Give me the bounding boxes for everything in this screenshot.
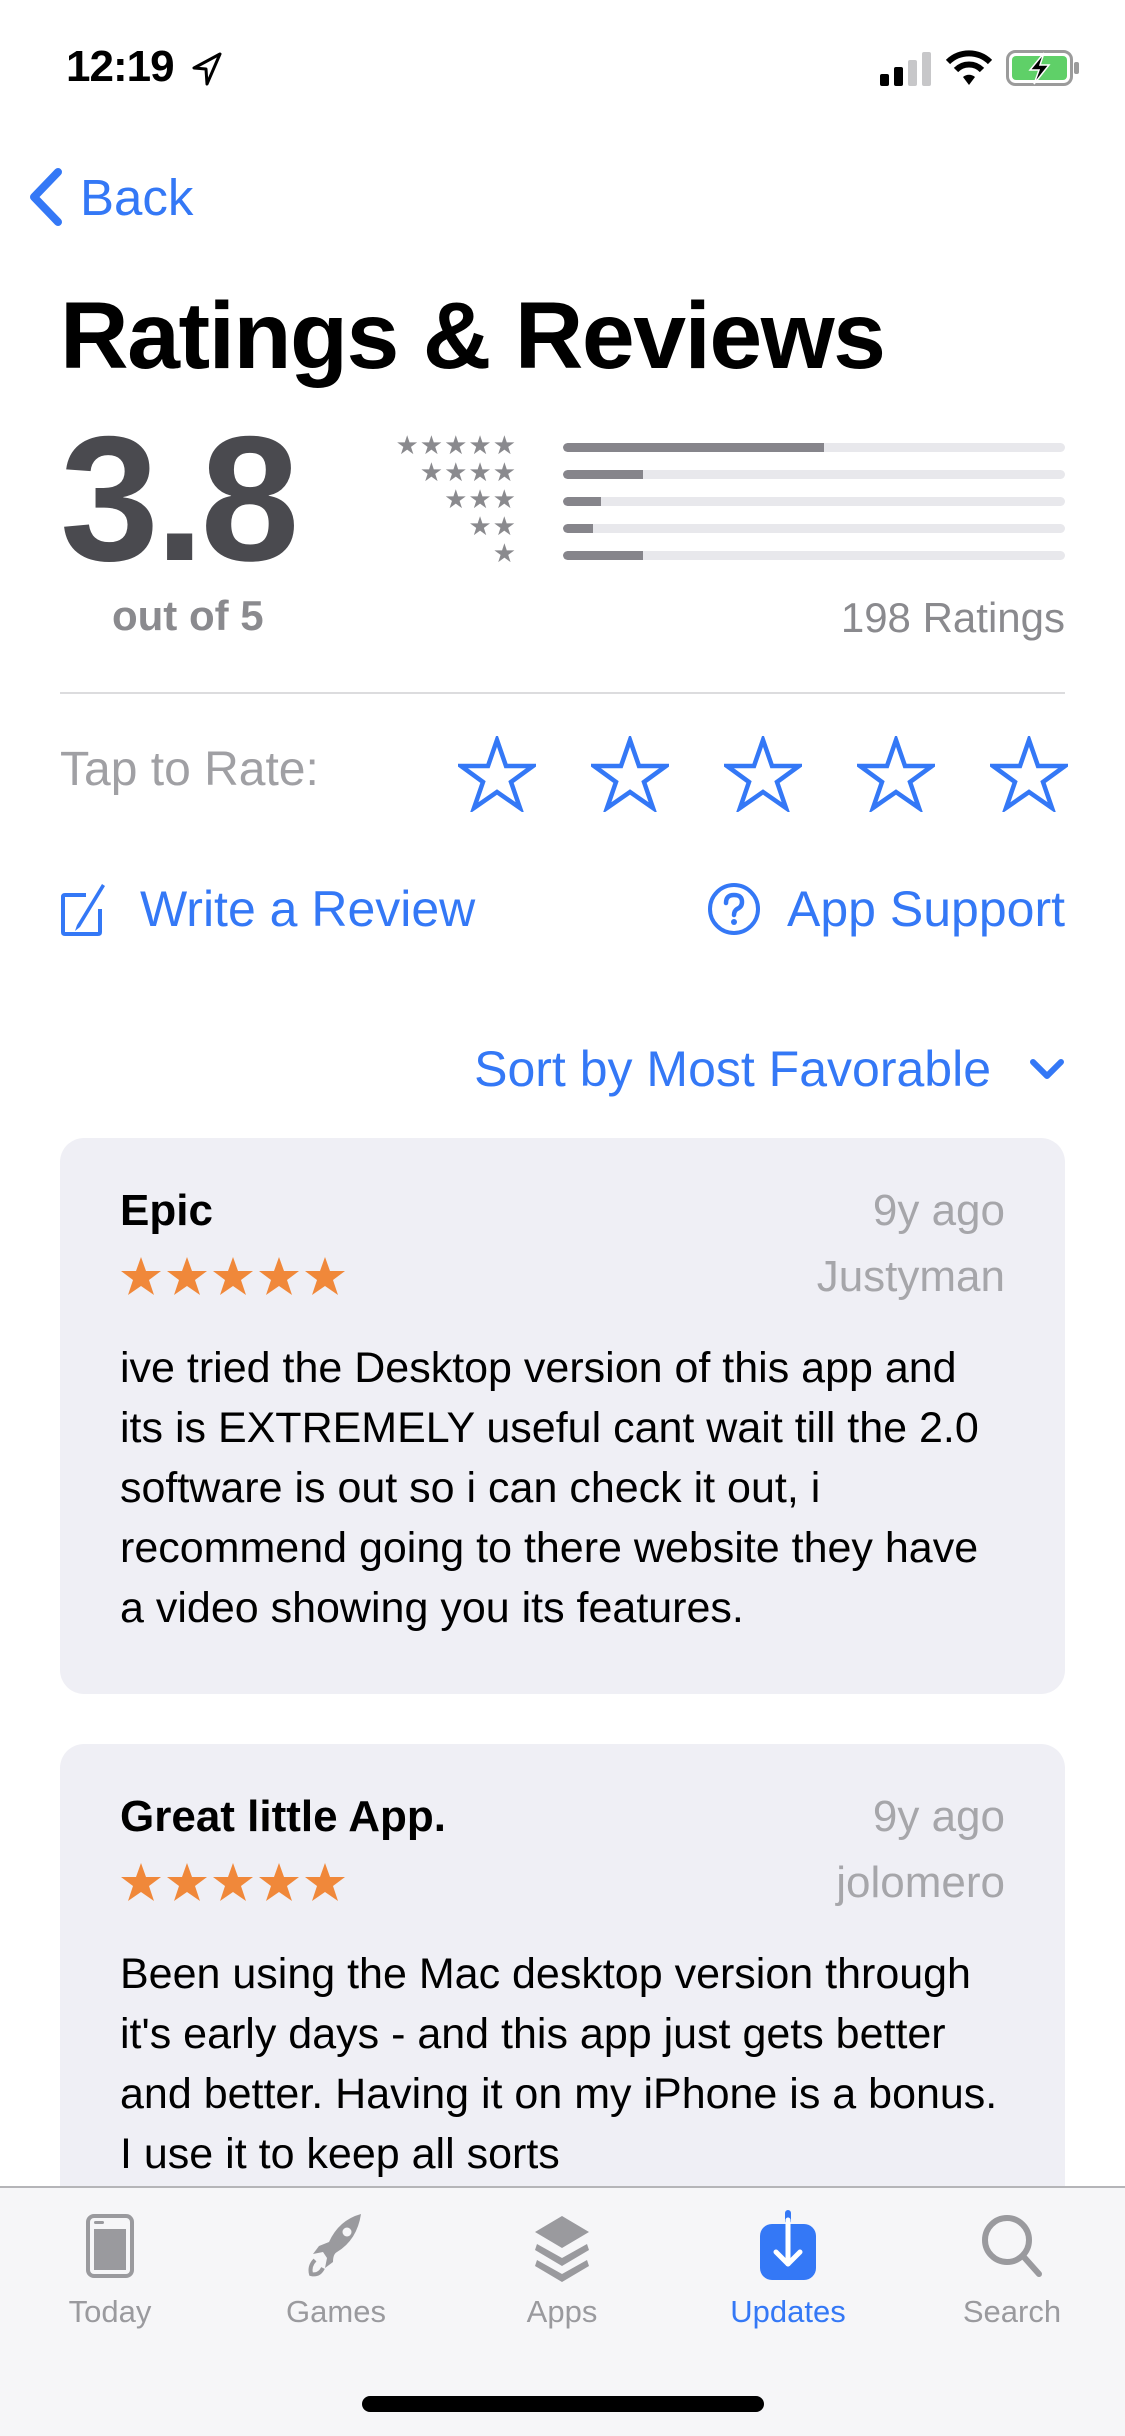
review-rating	[120, 1862, 346, 1902]
histogram-stars-4: ★★★★	[419, 457, 517, 487]
review-card[interactable]: Epic 9y ago Justyman ive tried the Deskt…	[60, 1138, 1065, 1694]
updates-download-icon	[760, 2210, 816, 2280]
star-filled-icon	[213, 1257, 253, 1295]
review-author: Justyman	[816, 1252, 1005, 1301]
histogram-stars-3: ★★★	[444, 484, 517, 514]
histogram-fill-2	[563, 524, 594, 533]
rate-star-3-icon[interactable]	[724, 736, 802, 812]
write-review-button[interactable]: Write a Review	[60, 880, 475, 938]
home-indicator[interactable]	[362, 2396, 764, 2412]
location-arrow-icon	[192, 52, 222, 86]
star-filled-icon	[121, 1257, 161, 1295]
tab-search[interactable]: Search	[932, 2210, 1092, 2330]
app-support-label: App Support	[787, 881, 1065, 937]
histogram-track-5	[563, 443, 1065, 452]
app-support-button[interactable]: App Support	[707, 880, 1065, 938]
histogram-fill-1	[563, 551, 644, 560]
rate-star-4-icon[interactable]	[857, 736, 935, 812]
histogram-fill-4	[563, 470, 644, 479]
tab-label: Apps	[526, 2294, 598, 2329]
sort-dropdown[interactable]: Sort by Most Favorable	[474, 1040, 1065, 1098]
rating-histogram: ★★★★★ ★★★★ ★★★ ★★ ★	[390, 432, 1065, 571]
back-button[interactable]: Back	[26, 166, 193, 228]
histogram-stars-1: ★	[492, 538, 517, 568]
tab-label: Games	[286, 2294, 386, 2329]
star-filled-icon	[121, 1863, 161, 1901]
question-circle-icon	[708, 883, 761, 935]
average-rating: 3.8	[60, 399, 299, 598]
tab-apps[interactable]: Apps	[482, 2210, 642, 2330]
histogram-track-4	[563, 470, 1065, 479]
apps-stack-icon	[535, 2216, 589, 2282]
review-body: ive tried the Desktop version of this ap…	[120, 1344, 979, 1632]
rate-star-5-icon[interactable]	[990, 736, 1068, 812]
star-filled-icon	[259, 1863, 299, 1901]
status-bar: 12:19	[0, 0, 1125, 132]
tab-updates[interactable]: Updates	[708, 2210, 868, 2330]
review-title: Great little App.	[120, 1792, 446, 1841]
review-author: jolomero	[836, 1858, 1005, 1907]
rate-star-2-icon[interactable]	[591, 736, 669, 812]
histogram-stars-5: ★★★★★	[395, 430, 517, 460]
histogram-track-2	[563, 524, 1065, 533]
star-filled-icon	[259, 1257, 299, 1295]
page-title: Ratings & Reviews	[60, 283, 886, 389]
histogram-row-1: ★	[390, 540, 1065, 571]
sort-label: Sort by Most Favorable	[474, 1041, 991, 1097]
out-of-label: out of 5	[112, 592, 264, 639]
histogram-track-1	[563, 551, 1065, 560]
ratings-count: 198 Ratings	[840, 594, 1065, 641]
rate-star-1-icon[interactable]	[458, 736, 536, 812]
review-date: 9y ago	[872, 1186, 1005, 1235]
histogram-row-2: ★★	[390, 513, 1065, 544]
tap-to-rate-label: Tap to Rate:	[60, 743, 319, 796]
chevron-down-icon	[1030, 1059, 1064, 1079]
histogram-stars-2: ★★	[468, 511, 517, 541]
tab-games[interactable]: Games	[256, 2210, 416, 2330]
histogram-track-3	[563, 497, 1065, 506]
status-time: 12:19	[66, 42, 175, 91]
star-filled-icon	[213, 1863, 253, 1901]
tap-to-rate-stars	[458, 736, 1068, 812]
cellular-signal-icon	[880, 52, 931, 86]
wifi-icon	[946, 50, 992, 85]
today-icon	[86, 2214, 134, 2278]
write-review-label: Write a Review	[140, 881, 476, 937]
chevron-left-icon	[30, 168, 62, 226]
tab-label: Updates	[730, 2294, 846, 2329]
battery-charging-icon	[1006, 50, 1079, 86]
tab-label: Today	[68, 2294, 152, 2329]
star-filled-icon	[305, 1863, 345, 1901]
tab-today[interactable]: Today	[30, 2210, 190, 2330]
compose-icon	[61, 884, 105, 936]
star-filled-icon	[167, 1257, 207, 1295]
review-title: Epic	[120, 1186, 213, 1235]
star-filled-icon	[167, 1863, 207, 1901]
search-icon	[982, 2215, 1042, 2277]
review-body: Been using the Mac desktop version throu…	[120, 1950, 998, 2178]
histogram-fill-5	[563, 443, 825, 452]
review-date: 9y ago	[872, 1792, 1005, 1841]
tab-label: Search	[962, 2294, 1062, 2329]
divider	[60, 692, 1065, 694]
rocket-icon	[308, 2214, 361, 2277]
star-filled-icon	[305, 1257, 345, 1295]
histogram-fill-3	[563, 497, 601, 506]
review-rating	[120, 1256, 346, 1296]
back-label: Back	[80, 168, 194, 226]
